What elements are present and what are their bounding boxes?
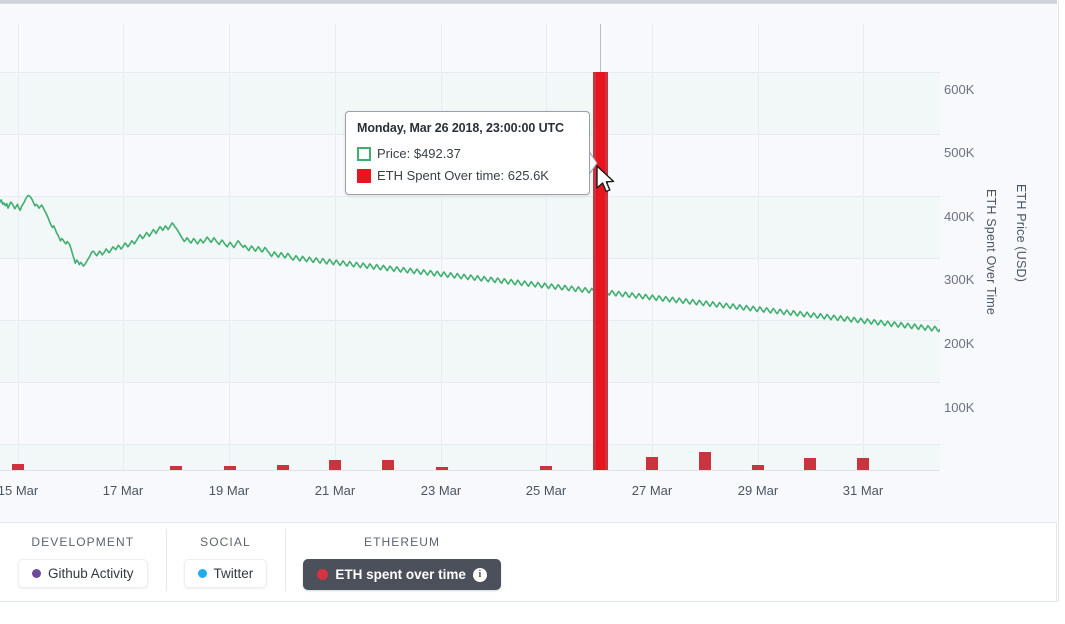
y-axis-tick-label: 200K bbox=[944, 336, 975, 351]
legend-dot-icon bbox=[317, 569, 329, 580]
legend-group-heading: DEVELOPMENT bbox=[31, 535, 135, 549]
y-axis-tick-label: 100K bbox=[944, 400, 975, 415]
eth-swatch-icon bbox=[357, 168, 371, 183]
price-swatch-icon bbox=[357, 146, 371, 161]
crosshair-line bbox=[600, 24, 601, 72]
bar[interactable] bbox=[329, 460, 341, 470]
legend-groups: DEVELOPMENT Github Activity SOCIAL Twitter E… bbox=[0, 523, 519, 601]
right-gutter-line bbox=[1058, 0, 1059, 602]
bar[interactable] bbox=[699, 452, 711, 470]
tooltip-title: Monday, Mar 26 2018, 23:00:00 UTC bbox=[357, 121, 564, 135]
x-axis-tick-label: 21 Mar bbox=[314, 483, 356, 498]
legend-dot-icon bbox=[32, 569, 41, 578]
y-axis-title-inner: ETH Spent Over Time bbox=[984, 189, 998, 316]
legend-chip-eth-spent-over-time[interactable]: ETH spent over time i bbox=[303, 559, 501, 590]
x-axis-tick-label: 31 Mar bbox=[842, 483, 884, 498]
bar[interactable] bbox=[382, 460, 394, 470]
x-axis-tick-label: 15 Mar bbox=[0, 483, 39, 498]
y-axis-tick-label: 500K bbox=[944, 145, 975, 160]
mouse-cursor-icon bbox=[596, 165, 615, 193]
legend-chip-label: Github Activity bbox=[48, 566, 134, 581]
y-axis-tick-label: 400K bbox=[944, 209, 975, 224]
top-divider-inner bbox=[0, 0, 1057, 3]
x-axis-baseline bbox=[0, 470, 940, 471]
bar-edge bbox=[592, 72, 596, 470]
legend-group: DEVELOPMENT Github Activity bbox=[0, 523, 166, 601]
tooltip-eth-text: ETH Spent Over time: 625.6K bbox=[377, 168, 549, 183]
plot-area[interactable] bbox=[0, 24, 940, 471]
bar-highlighted[interactable] bbox=[592, 72, 608, 470]
bar-edge bbox=[604, 72, 608, 470]
info-icon[interactable]: i bbox=[472, 567, 487, 582]
x-axis-tick-label: 19 Mar bbox=[208, 483, 250, 498]
legend-group: ETHEREUM ETH spent over time i bbox=[285, 523, 519, 601]
legend-group-heading: ETHEREUM bbox=[364, 535, 441, 549]
bottom-spacer bbox=[0, 602, 1057, 624]
y-axis-tick-label: 300K bbox=[944, 272, 975, 287]
legend-chip-label: Twitter bbox=[213, 566, 254, 581]
x-axis-tick-label: 27 Mar bbox=[631, 483, 673, 498]
x-axis-tick-label: 17 Mar bbox=[102, 483, 144, 498]
legend-dot-icon bbox=[197, 569, 207, 578]
legend-chip-github-activity[interactable]: Github Activity bbox=[18, 559, 148, 588]
chart-page: 600K 500K 400K 300K 200K 100K ETH Spent Over … bbox=[0, 0, 1065, 624]
legend-group: SOCIAL Twitter bbox=[165, 523, 286, 601]
y-axis-tick-label: 600K bbox=[944, 82, 975, 97]
tooltip-price-text: Price: $492.37 bbox=[377, 146, 461, 161]
tooltip-row-eth: ETH Spent Over time: 625.6K bbox=[357, 168, 578, 183]
bar[interactable] bbox=[804, 458, 816, 470]
legend-chip-label: ETH spent over time bbox=[335, 567, 466, 582]
x-axis-tick-label: 23 Mar bbox=[420, 483, 462, 498]
chart-stage: 600K 500K 400K 300K 200K 100K ETH Spent Over … bbox=[0, 4, 1058, 522]
legend-bar: DEVELOPMENT Github Activity SOCIAL Twitter E… bbox=[0, 522, 1057, 602]
bar[interactable] bbox=[646, 457, 658, 470]
legend-group-heading: SOCIAL bbox=[200, 535, 251, 549]
legend-chip-twitter[interactable]: Twitter bbox=[183, 559, 268, 588]
x-axis-tick-label: 29 Mar bbox=[737, 483, 779, 498]
x-axis-tick-label: 25 Mar bbox=[525, 483, 567, 498]
tooltip-row-price: Price: $492.37 bbox=[357, 146, 578, 161]
bar[interactable] bbox=[857, 458, 869, 470]
chart-tooltip: Monday, Mar 26 2018, 23:00:00 UTC Price:… bbox=[345, 111, 590, 195]
price-line-series bbox=[0, 194, 940, 333]
y-axis-title-outer: ETH Price (USD) bbox=[1014, 184, 1028, 283]
